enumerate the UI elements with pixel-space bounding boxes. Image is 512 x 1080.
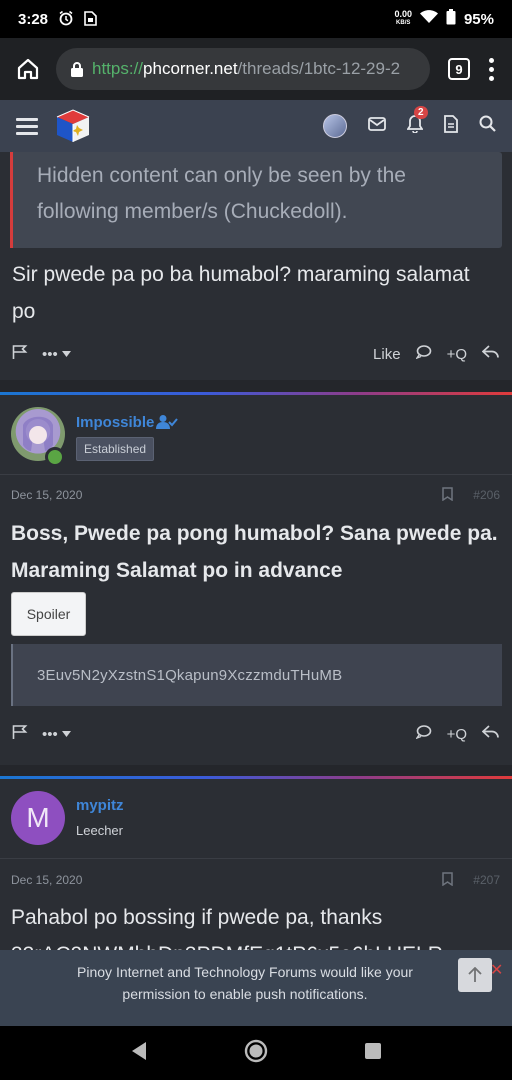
clock: 3:28: [18, 10, 49, 28]
report-flag-icon[interactable]: [12, 725, 28, 743]
sim-card-icon: [84, 10, 97, 29]
lock-icon: [70, 61, 84, 78]
post-actions: ••• +Q: [0, 719, 512, 749]
net-speed-unit: KB/S: [396, 20, 411, 26]
user-title-badge: Established: [76, 437, 155, 461]
status-bar: 3:28 0.00 KB/S 95%: [0, 0, 512, 38]
more-dots: •••: [42, 725, 58, 743]
post-meta: Dec 15, 2020 #207: [11, 870, 500, 890]
username-link[interactable]: Impossible: [76, 414, 154, 431]
tab-switcher-button[interactable]: 9: [448, 58, 470, 80]
more-dots: •••: [42, 345, 58, 363]
report-flag-icon[interactable]: [12, 345, 28, 363]
reply-arrow-icon[interactable]: [481, 725, 500, 743]
alerts-bell-icon[interactable]: 2: [406, 105, 428, 138]
recents-square-icon[interactable]: [364, 1042, 382, 1065]
push-prompt-text: Pinoy Internet and Technology Forums wou…: [77, 964, 413, 1002]
post-message: Boss, Pwede pa pong humabol? Sana pwede …: [11, 522, 498, 582]
url-scheme: https://: [92, 59, 144, 78]
online-status-icon: [45, 447, 65, 467]
browser-menu-icon[interactable]: [482, 57, 500, 81]
battery-level: 95%: [463, 10, 494, 28]
scroll-to-top-button[interactable]: [458, 958, 492, 992]
url-path: /threads/1btc-12-29-2: [237, 59, 401, 78]
post-message: Sir pwede pa po ba humabol? maraming sal…: [12, 263, 470, 323]
post-date[interactable]: Dec 15, 2020: [11, 488, 82, 502]
multi-quote-button[interactable]: +Q: [447, 346, 467, 363]
verified-user-icon: [156, 414, 178, 435]
net-speed-value: 0.00: [394, 9, 412, 19]
like-button[interactable]: Like: [373, 346, 401, 363]
multi-quote-button[interactable]: +Q: [447, 726, 467, 743]
bookmark-icon[interactable]: [442, 871, 454, 889]
site-logo[interactable]: [54, 108, 92, 144]
alarm-icon: [58, 10, 74, 29]
more-options-button[interactable]: •••: [42, 726, 71, 743]
user-avatar[interactable]: M: [11, 791, 65, 845]
post-previous: Hidden content can only be seen by the f…: [0, 152, 512, 380]
url-host: phcorner.net: [143, 59, 238, 78]
site-header: 2: [0, 100, 512, 152]
more-options-button[interactable]: •••: [42, 346, 71, 363]
close-prompt-icon[interactable]: ✕: [490, 960, 503, 980]
push-notification-prompt[interactable]: Pinoy Internet and Technology Forums wou…: [0, 950, 512, 1026]
reply-comment-icon[interactable]: [414, 725, 432, 743]
user-avatar-icon[interactable]: [323, 114, 347, 138]
spoiler-button[interactable]: Spoiler: [11, 592, 86, 636]
post-207: M mypitz Leecher Dec 15, 2020 #207 Pahab…: [0, 779, 512, 950]
home-icon[interactable]: [12, 53, 44, 85]
post-user-row: Impossible Established: [0, 395, 512, 475]
back-icon[interactable]: [130, 1041, 148, 1066]
post-actions: ••• Like +Q: [0, 339, 512, 369]
post-number-link[interactable]: #207: [473, 873, 500, 887]
search-icon[interactable]: [479, 115, 496, 137]
user-title: Leecher: [76, 823, 123, 838]
android-nav-bar: [0, 1026, 512, 1080]
post-message: Pahabol po bossing if pwede pa, thanks: [11, 906, 383, 929]
inbox-envelope-icon[interactable]: [368, 116, 386, 136]
post-user-row: M mypitz Leecher: [0, 779, 512, 859]
post-206: Impossible Established Dec 15, 2020 #206…: [0, 395, 512, 765]
address-bar[interactable]: https://phcorner.net/threads/1btc-12-29-…: [56, 48, 430, 90]
hamburger-menu-icon[interactable]: [16, 117, 38, 135]
battery-icon: [446, 9, 456, 29]
bookmark-icon[interactable]: [442, 486, 454, 504]
reply-arrow-icon[interactable]: [481, 345, 500, 363]
whats-new-document-icon[interactable]: [444, 114, 458, 138]
username-link[interactable]: mypitz: [76, 797, 124, 814]
wifi-icon: [419, 10, 438, 28]
post-number-link[interactable]: #206: [473, 488, 500, 502]
post-meta: Dec 15, 2020 #206: [11, 485, 500, 505]
thread-content: Hidden content can only be seen by the f…: [0, 152, 512, 950]
network-speed: 0.00 KB/S: [394, 10, 412, 28]
wallet-address-block: 3Euv5N2yXzstnS1Qkapun9XczzmduTHuMB: [11, 644, 502, 706]
post-date[interactable]: Dec 15, 2020: [11, 873, 82, 887]
alert-count-badge: 2: [414, 105, 428, 119]
status-icons: 0.00 KB/S 95%: [394, 9, 494, 29]
browser-toolbar: https://phcorner.net/threads/1btc-12-29-…: [0, 38, 512, 100]
hidden-content-notice: Hidden content can only be seen by the f…: [10, 152, 502, 248]
reply-comment-icon[interactable]: [414, 345, 432, 363]
post-message-continued: 33rAC2NWMhbDp3PDMfEq1tP6x5e6hLHELR: [11, 936, 506, 950]
home-circle-icon[interactable]: [244, 1039, 268, 1068]
